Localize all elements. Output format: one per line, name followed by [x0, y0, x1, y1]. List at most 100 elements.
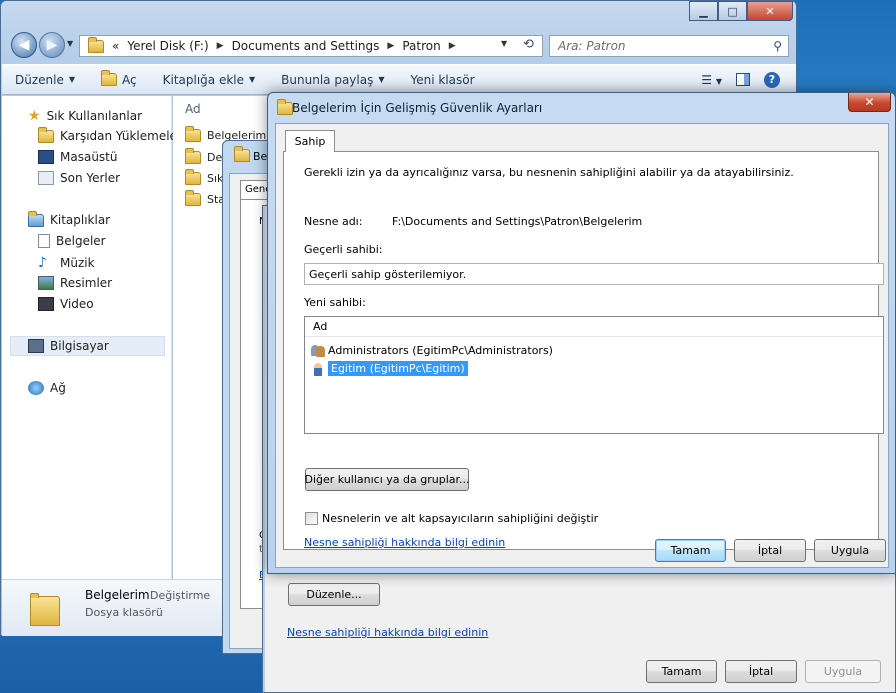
address-bar[interactable]: « Yerel Disk (F:) ▶ Documents and Settin… — [79, 35, 543, 57]
new-folder-button[interactable]: Yeni klasör — [398, 73, 488, 87]
refresh-icon[interactable]: ⟲ — [523, 37, 534, 52]
new-owner-list[interactable]: Ad Administrators (EgitimPc\Administrato… — [304, 316, 884, 434]
replace-owner-checkbox[interactable] — [305, 512, 318, 525]
apply-button[interactable]: Uygula — [805, 660, 881, 683]
nav-pictures[interactable]: Resimler — [38, 276, 112, 290]
ok-button[interactable]: Tamam — [655, 539, 726, 562]
caption-buttons: ▁ □ ✕ — [689, 1, 793, 21]
pictures-icon — [38, 276, 54, 290]
chevron-right-icon[interactable]: ▶ — [449, 41, 456, 51]
documents-icon — [38, 234, 50, 248]
nav-documents[interactable]: Belgeler — [38, 234, 106, 248]
maximize-button[interactable]: □ — [718, 1, 747, 21]
users-group-icon — [311, 343, 325, 357]
owner-item-egitim[interactable]: Egitim (EgitimPc\Egitim) — [311, 361, 468, 376]
nav-recent[interactable]: Son Yerler — [38, 171, 120, 185]
add-to-library-button[interactable]: Kitaplığa ekle ▼ — [150, 73, 269, 87]
details-modified-label: Değiştirme — [150, 589, 211, 602]
chevron-right-icon[interactable]: ▶ — [217, 41, 224, 51]
navigation-pane: ★ Sık Kullanılanlar Karşıdan Yüklemeler M… — [2, 96, 182, 579]
current-owner-value: Geçerli sahip gösterilemiyor. — [309, 267, 467, 281]
downloads-folder-icon — [38, 126, 54, 143]
edit-button[interactable]: Düzenle... — [288, 583, 380, 606]
nav-network[interactable]: Ağ — [28, 381, 66, 395]
replace-owner-checkbox-label[interactable]: Nesnelerin ve alt kapsayıcıların sahipli… — [322, 512, 598, 525]
breadcrumb-drive[interactable]: Yerel Disk (F:) — [127, 39, 208, 53]
ownership-info-link[interactable]: Nesne sahipliği hakkında bilgi edinin — [304, 536, 505, 549]
chevron-down-icon: ▼ — [68, 75, 76, 84]
search-input[interactable]: Ara: Patron ⚲ — [549, 35, 789, 57]
chevron-down-icon: ▼ — [378, 75, 385, 84]
chevron-down-icon: ▼ — [249, 75, 256, 84]
ownership-info-link[interactable]: Nesne sahipliği hakkında bilgi edinin — [287, 626, 488, 639]
nav-video[interactable]: Video — [38, 297, 94, 311]
column-header-name[interactable]: Ad — [185, 102, 201, 116]
close-button[interactable]: ✕ — [747, 1, 793, 21]
music-icon: ♪ — [38, 255, 47, 271]
minimize-button[interactable]: ▁ — [689, 1, 718, 21]
nav-video-label: Video — [60, 297, 94, 311]
details-name: Belgelerim — [85, 588, 150, 602]
share-with-button[interactable]: Bununla paylaş ▼ — [268, 73, 397, 87]
video-icon — [38, 297, 54, 311]
nav-pictures-label: Resimler — [60, 276, 113, 290]
user-icon — [311, 362, 325, 376]
new-owner-label: Yeni sahibi: — [304, 296, 366, 309]
list-column-header[interactable]: Ad — [305, 317, 883, 337]
open-label: Aç — [122, 72, 137, 87]
intro-text: Gerekli izin ya da ayrıcalığınız varsa, … — [304, 166, 794, 179]
libraries-icon — [28, 210, 44, 227]
nav-downloads-label: Karşıdan Yüklemeler — [60, 129, 182, 143]
nav-desktop[interactable]: Masaüstü — [38, 150, 117, 164]
network-icon — [28, 381, 44, 395]
preview-pane-icon[interactable] — [736, 73, 750, 86]
dialog-close-button[interactable]: ✕ — [848, 93, 891, 112]
command-bar: Düzenle ▼ Aç Kitaplığa ekle ▼ Bununla payl… — [2, 64, 796, 95]
open-button[interactable]: Aç — [88, 70, 150, 87]
nav-computer[interactable]: Bilgisayar — [28, 339, 109, 353]
owner-item-label: Egitim (EgitimPc\Egitim) — [328, 361, 468, 376]
search-placeholder: Ara: Patron — [558, 39, 626, 53]
file-item[interactable]: Sık — [185, 169, 223, 185]
cancel-button[interactable]: İptal — [725, 660, 797, 683]
tab-owner[interactable]: Sahip — [285, 130, 335, 152]
apply-button[interactable]: Uygula — [814, 539, 886, 562]
breadcrumb-documents-and-settings[interactable]: Documents and Settings — [232, 39, 380, 53]
nav-music[interactable]: ♪ Müzik — [38, 255, 95, 271]
breadcrumb-patron[interactable]: Patron — [402, 39, 440, 53]
share-with-label: Bununla paylaş — [281, 72, 374, 87]
recent-pages-dropdown[interactable]: ▼ — [67, 39, 73, 48]
nav-favorites-label: Sık Kullanılanlar — [46, 109, 143, 123]
nav-downloads[interactable]: Karşıdan Yüklemeler — [38, 126, 182, 143]
address-overflow[interactable]: « — [112, 39, 119, 53]
folder-icon — [185, 148, 201, 164]
help-icon[interactable]: ? — [764, 71, 780, 88]
owner-tab-pane: Gerekli izin ya da ayrıcalığınız varsa, … — [283, 151, 884, 550]
view-options-icon[interactable]: ☰ ▼ — [701, 73, 722, 87]
folder-icon — [185, 169, 201, 185]
properties-title-fragment: Be — [253, 150, 268, 163]
forward-button[interactable]: ▶ — [39, 32, 65, 58]
object-name-label: Nesne adı: — [304, 215, 363, 228]
ok-button[interactable]: Tamam — [646, 660, 717, 683]
nav-favorites[interactable]: ★ Sık Kullanılanlar — [28, 108, 142, 124]
organize-button[interactable]: Düzenle ▼ — [2, 73, 88, 87]
folder-icon — [277, 99, 293, 115]
current-owner-field: Geçerli sahip gösterilemiyor. — [304, 263, 884, 285]
recent-places-icon — [38, 171, 54, 185]
cancel-button[interactable]: İptal — [734, 539, 806, 562]
folder-large-icon — [30, 593, 60, 626]
chevron-right-icon[interactable]: ▶ — [387, 41, 394, 51]
other-users-groups-button[interactable]: Diğer kullanıcı ya da gruplar... — [305, 468, 470, 491]
nav-recent-label: Son Yerler — [60, 171, 121, 185]
folder-icon — [234, 146, 250, 162]
nav-documents-label: Belgeler — [56, 234, 106, 248]
dialog-client: Sahip Gerekli izin ya da ayrıcalığınız v… — [275, 123, 889, 568]
back-button[interactable]: ◀ — [11, 32, 37, 58]
nav-libraries[interactable]: Kitaplıklar — [28, 210, 110, 227]
search-icon[interactable]: ⚲ — [773, 39, 782, 53]
address-dropdown-icon[interactable]: ▼ — [501, 39, 507, 48]
folder-open-icon — [101, 70, 118, 86]
owner-item-administrators[interactable]: Administrators (EgitimPc\Administrators) — [311, 343, 553, 357]
folder-icon — [88, 36, 104, 53]
